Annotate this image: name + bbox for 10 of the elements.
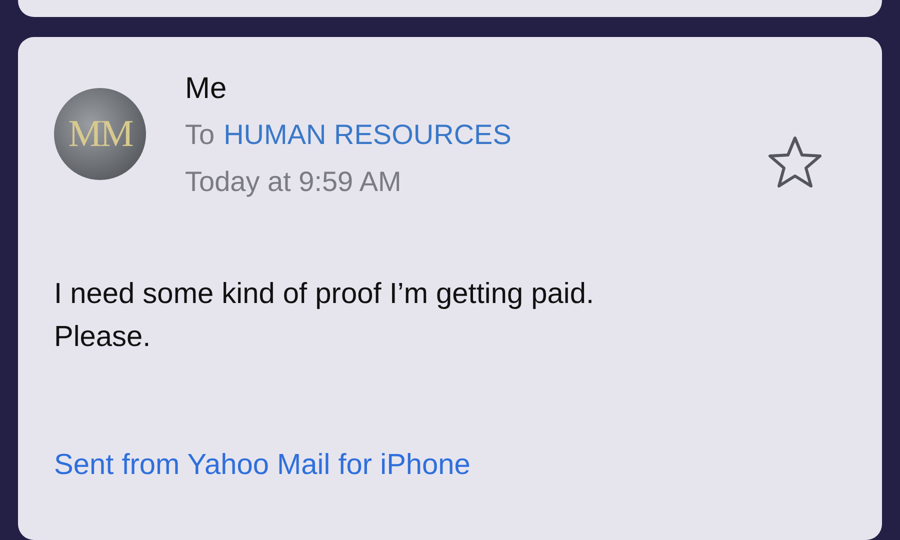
timestamp: Today at 9:59 AM bbox=[185, 164, 402, 199]
avatar-initials: MM bbox=[68, 112, 132, 156]
avatar[interactable]: MM bbox=[54, 88, 146, 180]
sender-name: Me bbox=[185, 70, 228, 107]
to-label: To bbox=[185, 118, 215, 152]
star-icon[interactable] bbox=[767, 134, 823, 189]
recipient-link[interactable]: HUMAN RESOURCES bbox=[224, 110, 512, 159]
body-text: Please. bbox=[54, 320, 152, 355]
body-text: I need some kind of proof I’m getting paid. bbox=[54, 276, 596, 312]
signature-link[interactable]: Sent from Yahoo Mail for iPhone bbox=[54, 448, 470, 482]
